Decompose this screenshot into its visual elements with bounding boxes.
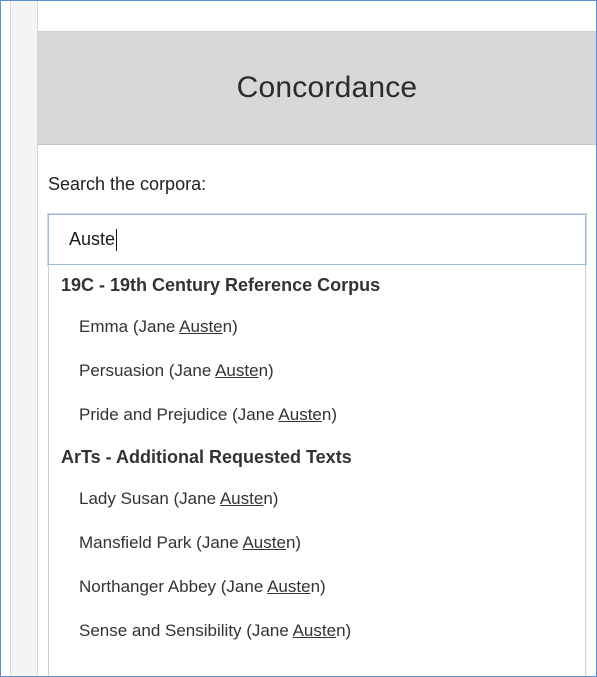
- option-text-before: Mansfield Park (Jane: [79, 533, 243, 552]
- panel-title: Concordance: [236, 71, 418, 104]
- option-lady-susan[interactable]: Lady Susan (Jane Austen): [49, 477, 585, 521]
- concordance-panel: Concordance Search the corpora: Auste 19…: [38, 1, 596, 676]
- option-match-highlight: Auste: [179, 317, 223, 336]
- option-text-after: n): [222, 317, 238, 336]
- option-match-highlight: Auste: [278, 405, 322, 424]
- group-header-19c: 19C - 19th Century Reference Corpus: [61, 275, 381, 295]
- option-emma[interactable]: Emma (Jane Austen): [49, 305, 585, 349]
- option-match-highlight: Auste: [215, 361, 259, 380]
- option-text-after: n): [258, 361, 274, 380]
- group-header-arts: ArTs - Additional Requested Texts: [61, 447, 352, 467]
- search-input[interactable]: Auste: [48, 214, 586, 265]
- option-text-before: Lady Susan (Jane: [79, 489, 220, 508]
- option-text-after: n): [310, 577, 326, 596]
- left-side-rail: [10, 1, 38, 676]
- option-match-highlight: Auste: [267, 577, 311, 596]
- option-persuasion[interactable]: Persuasion (Jane Austen): [49, 349, 585, 393]
- option-text-before: Persuasion (Jane: [79, 361, 216, 380]
- search-input-value: Auste: [69, 229, 116, 249]
- panel-header: Concordance: [38, 31, 596, 145]
- option-match-highlight: Auste: [292, 621, 337, 640]
- option-text-after: n): [285, 533, 302, 552]
- option-text-before: Sense and Sensibility (Jane: [79, 621, 293, 640]
- option-text-before: Northanger Abbey (Jane: [79, 577, 268, 596]
- option-match-highlight: Auste: [242, 533, 286, 552]
- option-northanger-abbey[interactable]: Northanger Abbey (Jane Austen): [49, 565, 585, 609]
- option-text-before: Pride and Prejudice (Jane: [79, 405, 279, 424]
- option-text-after: n): [263, 489, 279, 508]
- autocomplete-dropdown: 19C - 19th Century Reference Corpus Emma…: [48, 265, 586, 676]
- option-text-after: n): [336, 621, 352, 640]
- search-label: Search the corpora:: [48, 174, 207, 194]
- option-mansfield-park[interactable]: Mansfield Park (Jane Austen): [49, 521, 585, 565]
- app-window: Concordance Search the corpora: Auste 19…: [0, 0, 597, 677]
- option-sense-and-sensibility[interactable]: Sense and Sensibility (Jane Austen): [49, 609, 585, 653]
- option-text-before: Emma (Jane: [79, 317, 180, 336]
- option-pride-and-prejudice[interactable]: Pride and Prejudice (Jane Austen): [49, 393, 585, 437]
- option-match-highlight: Auste: [219, 489, 264, 508]
- text-caret: [116, 228, 118, 251]
- option-text-after: n): [321, 405, 338, 424]
